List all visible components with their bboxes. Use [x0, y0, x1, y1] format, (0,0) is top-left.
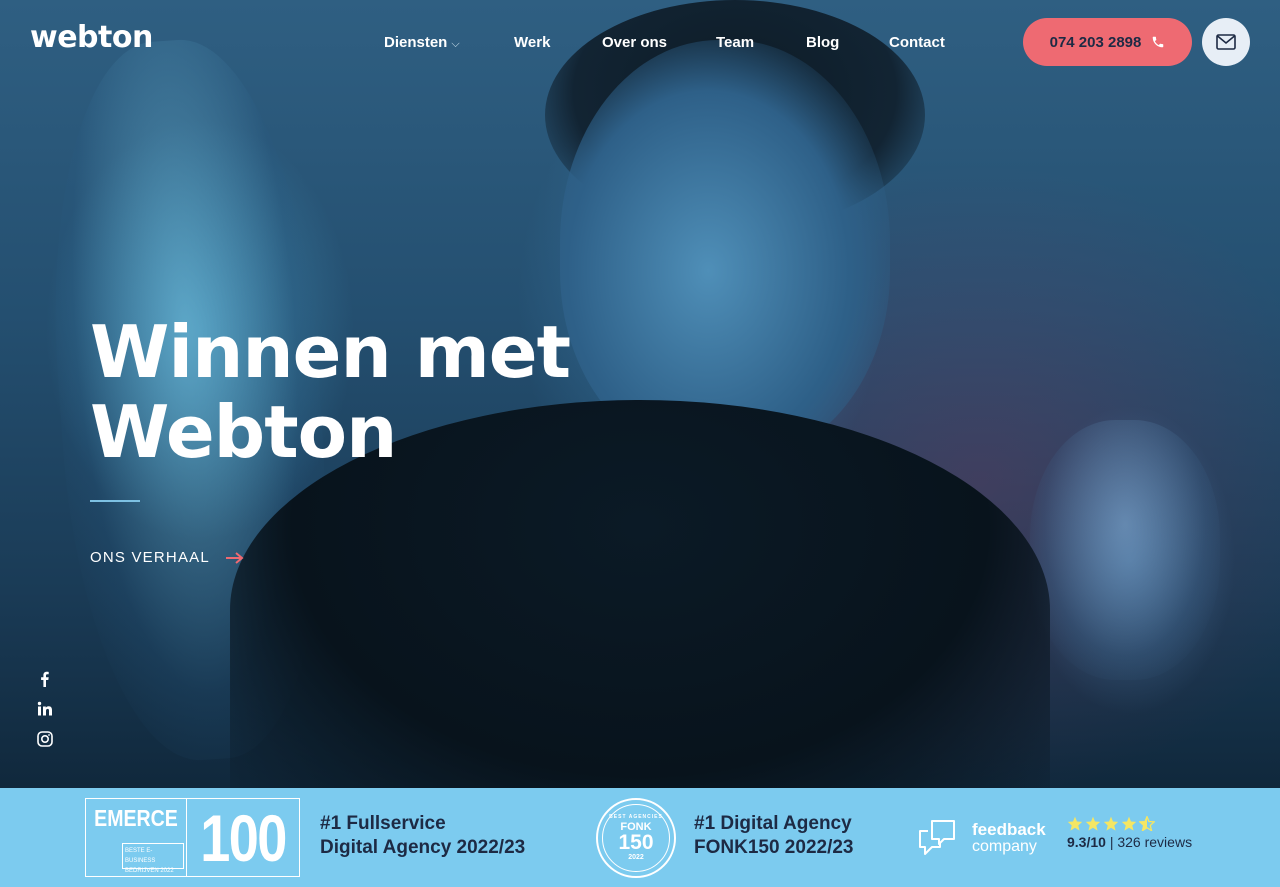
- divider: [90, 500, 140, 502]
- phone-button[interactable]: 074 203 2898: [1023, 18, 1192, 66]
- fonk-logo-year: 2022: [628, 853, 644, 861]
- chat-bubbles-icon: [919, 820, 955, 855]
- nav-item-werk[interactable]: Werk: [514, 34, 550, 51]
- hero-background: webton Diensten ⌵ Werk Over ons Team Blog…: [0, 0, 1280, 788]
- ons-verhaal-link[interactable]: ONS VERHAAL: [90, 549, 244, 566]
- fonk-award-text: #1 Digital Agency FONK150 2022/23: [694, 812, 854, 860]
- emerce-award-text: #1 Fullservice Digital Agency 2022/23: [320, 812, 525, 860]
- chevron-down-icon: ⌵: [451, 38, 460, 50]
- award-line1: #1 Digital Agency: [694, 813, 852, 834]
- fonk150-logo: BEST AGENCIES FONK 150 2022: [596, 798, 676, 878]
- nav-item-diensten[interactable]: Diensten ⌵: [384, 34, 460, 51]
- fonk-logo-ring: BEST AGENCIES: [609, 813, 663, 820]
- hero-headline-line1: Winnen met: [90, 310, 571, 394]
- phone-icon: [1153, 36, 1164, 48]
- awards-bar: EMERCE BESTE E-BUSINESS BEDRIJVEN 2022 1…: [0, 788, 1280, 887]
- star-icon: [1085, 816, 1101, 831]
- feedback-company-logo[interactable]: feedback company: [918, 818, 1048, 858]
- rating-text: 9.3/10 | 326 reviews: [1067, 834, 1192, 850]
- emerce-logo-sub: BESTE E-BUSINESS BEDRIJVEN 2022: [122, 843, 184, 874]
- facebook-icon[interactable]: [36, 670, 54, 688]
- hero-photo-fist: [1030, 420, 1220, 680]
- rating-score: 9.3/10: [1067, 834, 1106, 850]
- emerce-100-logo: EMERCE BESTE E-BUSINESS BEDRIJVEN 2022 1…: [85, 798, 300, 877]
- hero-headline: Winnen met Webton: [90, 312, 690, 472]
- nav-item-blog[interactable]: Blog: [806, 34, 839, 51]
- nav-item-contact[interactable]: Contact: [889, 34, 945, 51]
- rating-separator: |: [1105, 834, 1118, 850]
- fonk-logo-number: 150: [618, 830, 654, 854]
- award-line2: FONK150 2022/23: [694, 837, 854, 858]
- nav-item-over-ons[interactable]: Over ons: [602, 34, 667, 51]
- star-icon: [1067, 816, 1083, 831]
- star-half-icon: [1139, 816, 1155, 831]
- award-line1: #1 Fullservice: [320, 813, 446, 834]
- arrow-right-icon: [225, 551, 244, 564]
- cta-label: ONS VERHAAL: [90, 549, 210, 566]
- nav-item-label: Diensten: [384, 34, 448, 51]
- linkedin-icon[interactable]: [36, 700, 54, 718]
- feedback-logo-word1: feedback: [972, 820, 1046, 839]
- review-count[interactable]: 326 reviews: [1117, 834, 1192, 850]
- emerce-logo-word: EMERCE: [94, 805, 178, 831]
- feedback-logo-word2: company: [972, 838, 1037, 855]
- nav-item-team[interactable]: Team: [716, 34, 754, 51]
- email-button[interactable]: [1202, 18, 1250, 66]
- instagram-icon[interactable]: [36, 730, 54, 748]
- site-logo[interactable]: webton: [30, 20, 153, 55]
- social-links: [36, 670, 54, 760]
- phone-number: 074 203 2898: [1049, 33, 1142, 51]
- award-line2: Digital Agency 2022/23: [320, 837, 526, 858]
- envelope-icon: [1216, 34, 1236, 50]
- star-icon: [1121, 816, 1137, 831]
- star-rating: [1067, 816, 1192, 831]
- hero-headline-line2: Webton: [90, 390, 397, 474]
- emerce-logo-number: 100: [200, 800, 287, 875]
- review-rating: 9.3/10 | 326 reviews: [1067, 816, 1192, 850]
- star-icon: [1103, 816, 1119, 831]
